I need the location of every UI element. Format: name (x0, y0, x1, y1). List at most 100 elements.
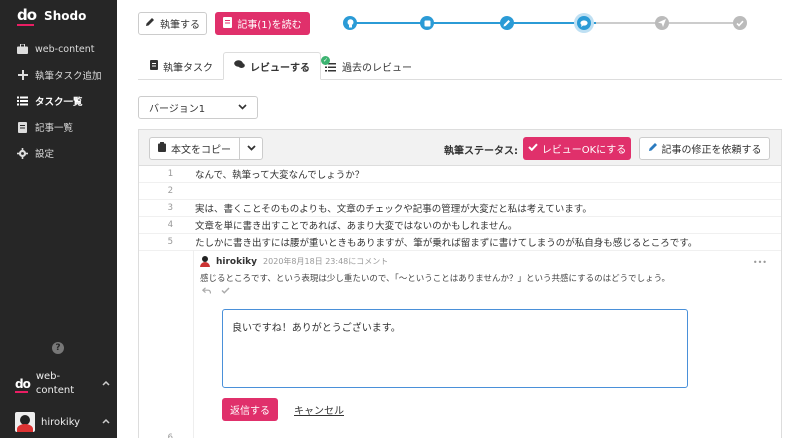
sidebar: do Shodo web-content 執筆タスク追加 タスク一覧 記事一覧 (0, 0, 117, 438)
comments-icon (234, 60, 245, 72)
chevron-up-icon (102, 379, 110, 389)
workspace-name: web-content (35, 371, 75, 396)
help-icon[interactable]: ? (52, 342, 64, 354)
editor-toolbar: 本文をコピー 執筆ステータス: レビューOKにする 記事の修正を依頼する (139, 130, 781, 166)
copy-text-label: 本文をコピー (171, 145, 231, 156)
line-text: たしかに書き出すには腰が重いときもありますが、筆が乗れば留まずに書けてしまうのが… (195, 238, 698, 249)
request-fix-label: 記事の修正を依頼する (661, 145, 762, 156)
lightbulb-icon[interactable] (343, 16, 357, 30)
pencil-icon[interactable] (500, 16, 514, 30)
document-icon (17, 121, 28, 133)
write-button[interactable]: 執筆する (138, 12, 207, 35)
reply-icon[interactable] (201, 287, 212, 296)
copy-options-button[interactable] (240, 138, 262, 159)
user-name: hirokiky (41, 416, 81, 428)
tab-label: レビューする (250, 62, 310, 74)
comments-icon[interactable] (577, 16, 591, 30)
request-fix-button[interactable]: 記事の修正を依頼する (639, 137, 770, 160)
article-line[interactable]: 2 (139, 183, 781, 200)
write-button-label: 執筆する (160, 20, 200, 31)
line-number: 2 (167, 186, 173, 196)
chevron-up-icon (102, 417, 110, 427)
article-line[interactable]: 5 たしかに書き出すには腰が重いときもありますが、筆が乗れば留まずに書けてしまう… (139, 234, 781, 251)
line-number: 3 (167, 203, 173, 213)
line-number: 1 (167, 169, 173, 179)
list-check-icon: ✓ (321, 56, 337, 72)
sidebar-item-label: タスク一覧 (35, 97, 83, 108)
sidebar-item-label: 記事一覧 (35, 123, 74, 134)
tab-writing-task[interactable]: 執筆タスク (140, 52, 223, 80)
comment-header: hirokiky 2020年8月18日 23:48にコメント (200, 256, 388, 267)
chevron-down-icon (238, 102, 247, 113)
read-article-button[interactable]: 記事(1)を読む (215, 12, 310, 35)
brand[interactable]: do Shodo (17, 6, 87, 26)
article-line[interactable]: 1 なんで、執筆って大変なんでしょうか？ (139, 166, 781, 183)
sidebar-item-add-task[interactable]: 執筆タスク追加 (0, 62, 117, 88)
sidebar-item-settings[interactable]: 設定 (0, 140, 117, 166)
progress-stepper (340, 14, 755, 32)
review-ok-label: レビューOKにする (541, 145, 627, 156)
tab-past-reviews[interactable]: ✓ 過去のレビュー (313, 52, 422, 80)
editor-panel: 本文をコピー 執筆ステータス: レビューOKにする 記事の修正を依頼する 1 な… (138, 129, 782, 438)
sidebar-nav: web-content 執筆タスク追加 タスク一覧 記事一覧 設定 (0, 36, 117, 166)
tab-label: 執筆タスク (163, 62, 213, 74)
document-icon (150, 59, 158, 73)
article-line[interactable]: 4 文章を単に書き出すことであれば、あまり大変ではないのかもしれません。 (139, 217, 781, 234)
check-icon[interactable] (221, 287, 230, 296)
check-icon[interactable] (733, 16, 747, 30)
sidebar-item-label: 執筆タスク追加 (35, 71, 102, 82)
send-icon[interactable] (655, 16, 669, 30)
sidebar-item-articles[interactable]: 記事一覧 (0, 114, 117, 140)
brand-name: Shodo (44, 8, 87, 23)
line-number: 6 (167, 433, 173, 438)
check-icon (528, 143, 538, 154)
review-ok-button[interactable]: レビューOKにする (523, 137, 631, 160)
pencil-icon (145, 17, 155, 30)
workspace-switcher[interactable]: do web-content (15, 370, 110, 398)
review-tabs: 執筆タスク レビューする ✓ 過去のレビュー (138, 52, 782, 80)
tab-review[interactable]: レビューする (223, 52, 321, 80)
read-article-label: 記事(1)を読む (237, 20, 302, 31)
check-badge-icon: ✓ (321, 56, 330, 65)
sidebar-item-label: web-content (35, 43, 95, 55)
version-select[interactable]: バージョン1 (138, 96, 258, 119)
briefcase-icon (17, 44, 28, 55)
gear-icon (17, 147, 28, 159)
sidebar-item-task-list[interactable]: タスク一覧 (0, 88, 117, 114)
article-lines: 1 なんで、執筆って大変なんでしょうか？ 2 3 実は、書くことそのものよりも、… (139, 166, 781, 251)
user-menu[interactable]: hirokiky (15, 412, 110, 432)
comment-date: 2020年8月18日 23:48にコメント (263, 257, 389, 266)
line-number: 5 (167, 237, 173, 247)
pencil-icon (648, 142, 658, 155)
sidebar-item-label: 設定 (35, 149, 55, 160)
copy-button-group: 本文をコピー (149, 137, 263, 160)
document-icon (223, 16, 233, 31)
plus-icon (17, 70, 28, 81)
comment-body: 感じるところです、という表現は少し重たいので、「〜ということはありませんか？」と… (200, 274, 671, 284)
line-text: なんで、執筆って大変なんでしょうか？ (195, 170, 365, 181)
tab-label: 過去のレビュー (342, 62, 412, 74)
copy-text-button[interactable]: 本文をコピー (150, 138, 240, 159)
comment-more-button[interactable]: ••• (753, 258, 767, 267)
reply-button[interactable]: 返信する (222, 398, 278, 421)
progress-track-done (352, 22, 596, 24)
chevron-down-icon (246, 144, 256, 154)
writing-status-label: 執筆ステータス: (444, 146, 518, 157)
comment-author: hirokiky (216, 256, 258, 267)
line-text: 文章を単に書き出すことであれば、あまり大変ではないのかもしれません。 (195, 221, 518, 232)
avatar (200, 256, 210, 267)
article-line[interactable]: 3 実は、書くことそのものよりも、文章のチェックや記事の管理が大変だと私は考えて… (139, 200, 781, 217)
avatar (15, 412, 35, 432)
square-icon[interactable] (420, 16, 434, 30)
comment-thread: hirokiky 2020年8月18日 23:48にコメント ••• 感じるとこ… (193, 250, 781, 438)
progress-track-todo (596, 22, 742, 24)
reply-input[interactable]: 良いですね！ありがとうございます。 (222, 309, 688, 388)
cancel-button[interactable]: キャンセル (294, 402, 344, 417)
clipboard-icon (158, 142, 166, 155)
sidebar-item-web-content[interactable]: web-content (0, 36, 117, 62)
list-icon (17, 96, 28, 107)
workspace-logo: do (15, 377, 31, 393)
line-text: 実は、書くことそのものよりも、文章のチェックや記事の管理が大変だと私は考えていま… (195, 204, 592, 215)
version-select-value: バージョン1 (149, 104, 206, 115)
shodo-logo: do (17, 6, 37, 26)
